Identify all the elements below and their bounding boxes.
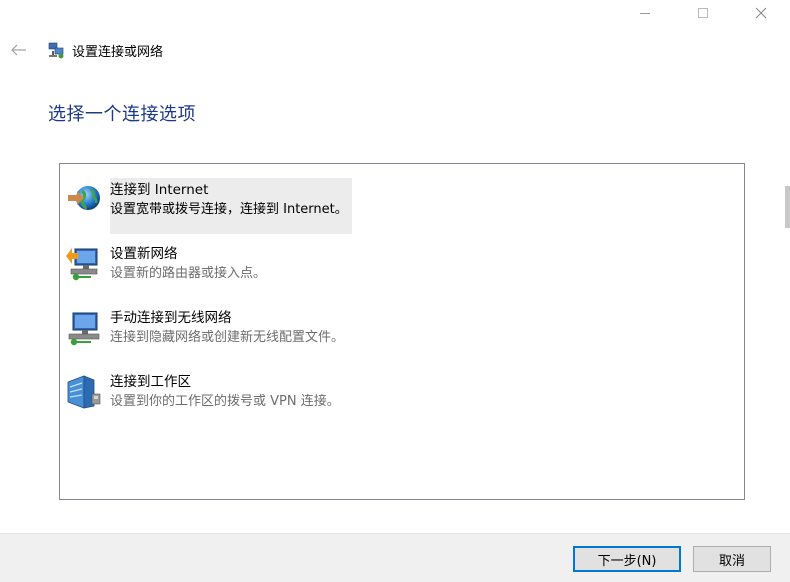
option-title: 连接到工作区 xyxy=(110,374,191,390)
page-heading: 选择一个连接选项 xyxy=(48,104,196,125)
workplace-icon xyxy=(67,375,101,409)
wireless-network-icon xyxy=(68,312,100,346)
option-description: 连接到隐藏网络或创建新无线配置文件。 xyxy=(110,330,345,345)
window-caption-buttons xyxy=(616,0,790,26)
window-scrollbar[interactable] xyxy=(785,186,790,228)
option-description: 设置到你的工作区的拨号或 VPN 连接。 xyxy=(110,394,340,409)
back-arrow-icon xyxy=(11,44,26,56)
option-manual-wireless[interactable]: 手动连接到无线网络 连接到隐藏网络或创建新无线配置文件。 xyxy=(64,306,346,362)
option-setup-new-network[interactable]: 设置新网络 设置新的路由器或接入点。 xyxy=(64,242,268,298)
footer-bar: 下一步(N) 取消 xyxy=(0,533,790,582)
cancel-button[interactable]: 取消 xyxy=(693,546,771,572)
title-bar: 设置连接或网络 xyxy=(0,36,620,64)
minimize-button[interactable] xyxy=(616,0,674,26)
close-button[interactable] xyxy=(732,0,790,26)
option-description: 设置新的路由器或接入点。 xyxy=(110,266,267,281)
maximize-button[interactable] xyxy=(674,0,732,26)
option-connect-internet[interactable]: 连接到 Internet 设置宽带或拨号连接，连接到 Internet。 xyxy=(64,178,352,234)
maximize-icon xyxy=(698,8,708,18)
globe-connect-icon xyxy=(68,186,100,210)
option-title: 设置新网络 xyxy=(110,246,178,262)
back-button[interactable] xyxy=(4,36,34,64)
next-button[interactable]: 下一步(N) xyxy=(573,546,681,572)
option-description: 设置宽带或拨号连接，连接到 Internet。 xyxy=(110,202,348,217)
option-title: 手动连接到无线网络 xyxy=(110,310,232,326)
option-title: 连接到 Internet xyxy=(110,182,209,198)
network-setup-icon xyxy=(48,42,64,59)
connection-options-list: 连接到 Internet 设置宽带或拨号连接，连接到 Internet。 设置新… xyxy=(59,163,745,500)
option-connect-workplace[interactable]: 连接到工作区 设置到你的工作区的拨号或 VPN 连接。 xyxy=(64,370,342,426)
window-title: 设置连接或网络 xyxy=(72,44,164,60)
minimize-icon xyxy=(640,13,650,14)
new-network-icon xyxy=(66,248,98,281)
close-icon xyxy=(755,7,767,19)
